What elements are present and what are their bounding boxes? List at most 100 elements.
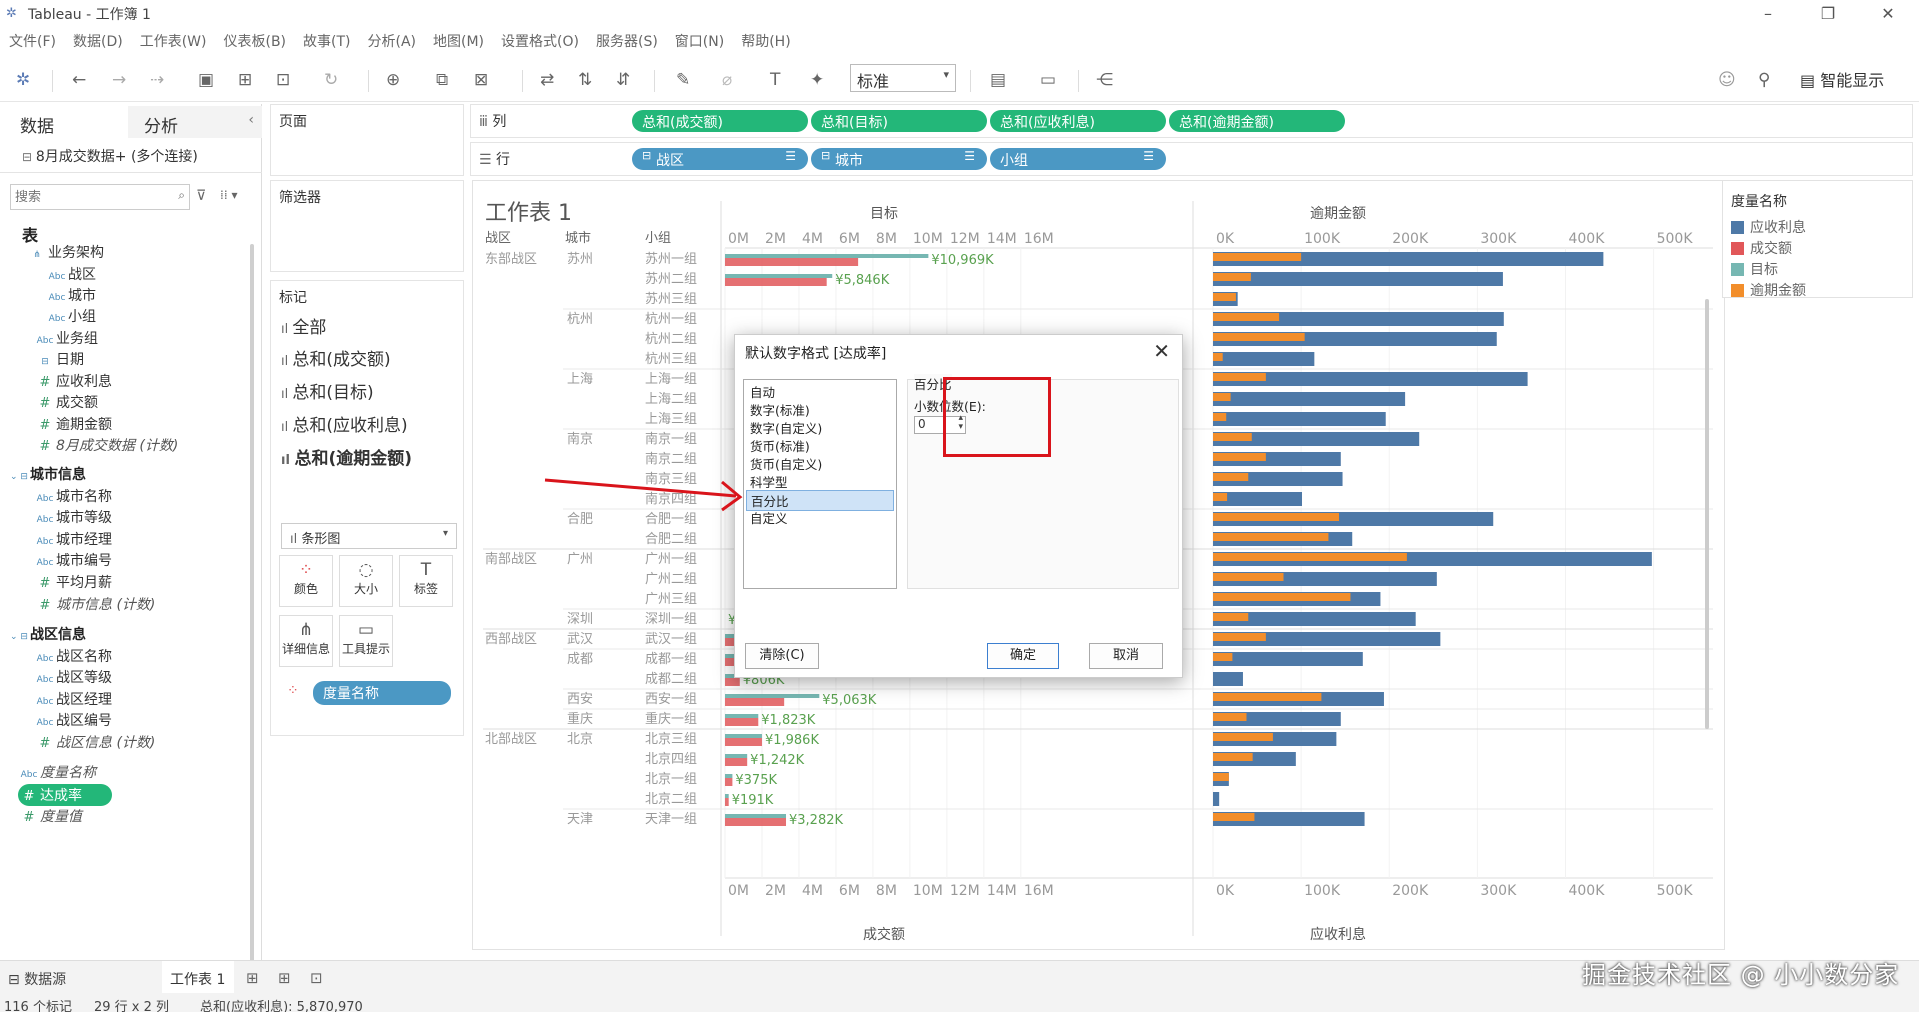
duplicate-sheet-icon[interactable]: ⧉ xyxy=(436,70,448,90)
menu-item-10[interactable]: 帮助(H) xyxy=(741,31,790,51)
menu-item-1[interactable]: 数据(D) xyxy=(73,31,123,51)
fit-select[interactable]: 标准 ▾ xyxy=(850,64,956,92)
group-label[interactable]: 北京四组 xyxy=(645,752,697,767)
group-label[interactable]: 重庆一组 xyxy=(645,711,697,727)
region-label[interactable]: 东部战区 xyxy=(485,252,537,267)
group-label[interactable]: 广州三组 xyxy=(645,592,697,607)
field-item[interactable]: #8月成交数据 (计数) xyxy=(34,435,179,455)
bar-overdue[interactable] xyxy=(1213,593,1351,601)
region-label[interactable]: 北部战区 xyxy=(485,732,537,747)
search-input[interactable] xyxy=(15,186,165,208)
menu-item-5[interactable]: 分析(A) xyxy=(368,31,417,51)
format-option[interactable]: 数字(标准) xyxy=(750,400,810,419)
color-pill[interactable]: 度量名称 xyxy=(313,681,451,705)
bar-deal[interactable] xyxy=(725,698,785,706)
ask-data-icon[interactable]: ☺ xyxy=(1718,70,1736,90)
menu-item-3[interactable]: 仪表板(B) xyxy=(223,31,286,51)
bar-overdue[interactable] xyxy=(1213,653,1233,661)
sort-descending-icon[interactable]: ⇵ xyxy=(616,70,630,90)
city-label[interactable]: 北京 xyxy=(567,732,593,747)
mark-button-1[interactable]: ◌ 大小 xyxy=(339,555,393,607)
format-option[interactable]: 货币(自定义) xyxy=(750,454,822,473)
marks-card-1[interactable]: ıl 总和(成交额) xyxy=(281,345,391,370)
field-item[interactable]: ⌄ ⊟ 城市信息 xyxy=(8,464,86,484)
legend-item[interactable]: 目标 xyxy=(1731,259,1778,279)
group-label[interactable]: 西安一组 xyxy=(645,692,697,707)
field-item[interactable]: # 逾期金额 xyxy=(34,414,112,434)
bar-deal[interactable] xyxy=(725,258,859,266)
menu-item-8[interactable]: 服务器(S) xyxy=(596,31,658,51)
bar-interest[interactable] xyxy=(1213,652,1363,666)
bar-deal[interactable] xyxy=(725,758,748,766)
bar-overdue[interactable] xyxy=(1213,253,1302,261)
row-header-group[interactable]: 小组 xyxy=(645,231,671,246)
clear-sheet-icon[interactable]: ⊠ xyxy=(474,70,488,90)
bar-overdue[interactable] xyxy=(1213,713,1247,721)
bar-deal[interactable] xyxy=(725,818,787,826)
bar-interest[interactable] xyxy=(1213,352,1315,366)
row-header-region[interactable]: 战区 xyxy=(485,231,511,246)
city-label[interactable]: 南京 xyxy=(567,431,593,447)
refresh-icon[interactable]: ↻ xyxy=(324,70,338,90)
pages-shelf[interactable]: 页面 xyxy=(270,104,464,176)
bar-overdue[interactable] xyxy=(1213,553,1407,561)
marks-card-3[interactable]: ıl 总和(应收利息) xyxy=(281,411,408,436)
bar-target[interactable] xyxy=(725,774,733,778)
bar-overdue[interactable] xyxy=(1213,693,1322,701)
bar-interest[interactable] xyxy=(1213,392,1406,406)
bar-target[interactable] xyxy=(725,734,762,738)
bar-overdue[interactable] xyxy=(1213,613,1249,621)
view-scrollbar[interactable] xyxy=(1705,299,1709,729)
share-icon[interactable]: ⋲ xyxy=(1096,70,1113,90)
mark-type-select[interactable]: ıl 条形图 ▾ xyxy=(281,523,457,549)
filters-shelf[interactable]: 筛选器 xyxy=(270,180,464,272)
format-list[interactable]: 自动 数字(标准) 数字(自定义) 货币(标准) 货币(自定义) 科学型 百分比 自定义 xyxy=(743,379,897,589)
field-item[interactable]: # 达成率 xyxy=(18,784,112,806)
column-pill[interactable]: 总和(目标) xyxy=(811,110,987,132)
tableau-home-icon[interactable]: ✲ xyxy=(16,70,30,90)
city-label[interactable]: 成都 xyxy=(567,652,593,667)
field-item[interactable]: Abc 战区名称 xyxy=(34,646,112,666)
group-label[interactable]: 北京三组 xyxy=(645,732,697,747)
color-legend[interactable]: 度量名称 应收利息 成交额 目标 逾期金额 xyxy=(1722,180,1913,299)
group-label[interactable]: 南京一组 xyxy=(645,431,697,447)
bar-overdue[interactable] xyxy=(1213,533,1329,541)
datasource-tab[interactable]: ⊟ 数据源 xyxy=(8,969,66,989)
field-item[interactable]: ⋔ 业务架构 xyxy=(26,242,104,262)
group-label[interactable]: 北京二组 xyxy=(645,792,697,807)
bar-overdue[interactable] xyxy=(1213,273,1251,281)
group-label[interactable]: 南京二组 xyxy=(645,451,697,467)
row-pill[interactable]: 小组 ☰ xyxy=(990,148,1166,170)
close-icon[interactable]: ✕ xyxy=(1153,339,1170,363)
row-pill[interactable]: 城市 ⊟ ☰ xyxy=(811,148,987,170)
group-label[interactable]: 广州一组 xyxy=(645,552,697,567)
column-pill[interactable]: 总和(逾期金额) xyxy=(1169,110,1345,132)
field-item[interactable]: Abc 度量名称 xyxy=(18,762,96,782)
group-label[interactable]: 北京一组 xyxy=(645,772,697,787)
menu-item-4[interactable]: 故事(T) xyxy=(303,31,350,51)
new-datasource-icon[interactable]: ⊞ xyxy=(238,70,252,90)
pause-updates-icon[interactable]: ⊡ xyxy=(276,70,290,90)
bar-interest[interactable] xyxy=(1213,672,1243,686)
group-label[interactable]: 苏州二组 xyxy=(645,271,697,287)
mark-button-3[interactable]: ⋔ 详细信息 xyxy=(279,615,333,667)
field-item[interactable]: ⊟ 日期 xyxy=(34,349,84,369)
group-label[interactable]: 深圳一组 xyxy=(645,612,697,627)
group-label[interactable]: 上海一组 xyxy=(645,372,697,387)
format-option[interactable]: 科学型 xyxy=(750,472,788,491)
bar-overdue[interactable] xyxy=(1213,393,1231,401)
format-option[interactable]: 自动 xyxy=(750,382,775,401)
clear-button[interactable]: 清除(C) xyxy=(745,643,819,669)
city-label[interactable]: 深圳 xyxy=(567,612,593,627)
field-item[interactable]: Abc 城市编号 xyxy=(34,550,112,570)
bar-overdue[interactable] xyxy=(1213,513,1340,521)
bar-interest[interactable] xyxy=(1213,792,1220,806)
smart-show-button[interactable]: ▤ 智能显示 xyxy=(1800,67,1884,91)
group-label[interactable]: 杭州三组 xyxy=(645,352,697,367)
redo-icon[interactable]: → xyxy=(112,70,126,90)
bar-deal[interactable] xyxy=(725,778,733,786)
city-label[interactable]: 上海 xyxy=(567,372,593,387)
new-story-icon[interactable]: ⊡ xyxy=(310,969,323,987)
tab-data[interactable]: 数据 xyxy=(0,106,128,138)
bar-overdue[interactable] xyxy=(1213,353,1223,361)
